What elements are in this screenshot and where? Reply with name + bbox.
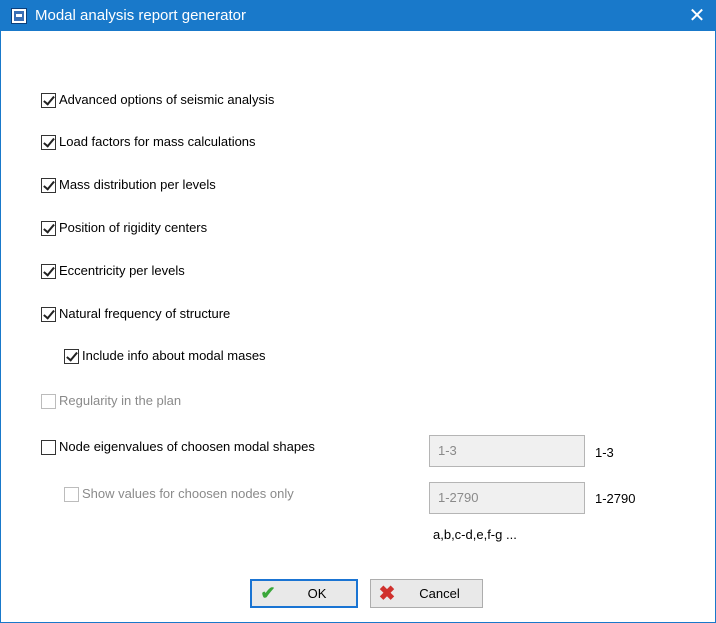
- option-mass-distribution[interactable]: Mass distribution per levels: [41, 175, 216, 195]
- option-choosen-nodes: Show values for choosen nodes only: [64, 484, 294, 504]
- option-node-eigenvalues[interactable]: Node eigenvalues of choosen modal shapes: [41, 437, 315, 457]
- modal-mases-label: Include info about modal mases: [82, 348, 266, 363]
- ok-button-label: OK: [307, 586, 327, 601]
- cancel-button-label: Cancel: [419, 586, 460, 601]
- eccentricity-checkbox[interactable]: [41, 263, 56, 279]
- option-modal-mases[interactable]: Include info about modal mases: [64, 346, 266, 366]
- option-regularity-plan: Regularity in the plan: [41, 391, 181, 411]
- nodes-range-label: 1-2790: [595, 491, 636, 506]
- eccentricity-label: Eccentricity per levels: [59, 263, 185, 278]
- natural-frequency-label: Natural frequency of structure: [59, 306, 231, 321]
- report-app-icon: [11, 8, 27, 24]
- cancel-button[interactable]: ✖ Cancel: [370, 579, 483, 608]
- option-natural-frequency[interactable]: Natural frequency of structure: [41, 304, 230, 324]
- node-eigenvalues-label: Node eigenvalues of choosen modal shapes: [59, 439, 315, 454]
- advanced-seismic-label: Advanced options of seismic analysis: [59, 92, 275, 107]
- node-eigenvalues-checkbox[interactable]: [41, 439, 56, 455]
- choosen-nodes-label: Show values for choosen nodes only: [82, 486, 294, 501]
- advanced-seismic-checkbox[interactable]: [41, 92, 56, 108]
- modal-mases-checkbox[interactable]: [64, 348, 79, 364]
- load-factors-checkbox[interactable]: [41, 134, 56, 150]
- rigidity-centers-label: Position of rigidity centers: [59, 220, 208, 235]
- modal-shapes-range-label: 1-3: [595, 445, 614, 460]
- choosen-nodes-checkbox: [64, 486, 79, 502]
- dialog-window: Modal analysis report generator ✕ Advanc…: [0, 0, 716, 623]
- option-eccentricity[interactable]: Eccentricity per levels: [41, 261, 185, 281]
- regularity-plan-label: Regularity in the plan: [59, 393, 182, 408]
- nodes-input[interactable]: 1-2790: [429, 482, 585, 514]
- option-load-factors[interactable]: Load factors for mass calculations: [41, 132, 256, 152]
- rigidity-centers-checkbox[interactable]: [41, 220, 56, 236]
- ok-button[interactable]: ✔ OK: [250, 579, 358, 608]
- mass-distribution-checkbox[interactable]: [41, 177, 56, 193]
- option-advanced-seismic[interactable]: Advanced options of seismic analysis: [41, 90, 274, 110]
- regularity-plan-checkbox: [41, 393, 56, 409]
- format-hint: a,b,c-d,e,f-g ...: [433, 527, 517, 542]
- option-rigidity-centers[interactable]: Position of rigidity centers: [41, 218, 207, 238]
- modal-shapes-input[interactable]: 1-3: [429, 435, 585, 467]
- mass-distribution-label: Mass distribution per levels: [59, 177, 216, 192]
- title-bar: Modal analysis report generator ✕: [1, 1, 715, 31]
- close-icon[interactable]: ✕: [685, 4, 709, 28]
- window-title: Modal analysis report generator: [35, 7, 246, 24]
- natural-frequency-checkbox[interactable]: [41, 306, 56, 322]
- checkmark-icon: ✔: [260, 583, 276, 603]
- load-factors-label: Load factors for mass calculations: [59, 134, 256, 149]
- x-icon: ✖: [378, 583, 396, 605]
